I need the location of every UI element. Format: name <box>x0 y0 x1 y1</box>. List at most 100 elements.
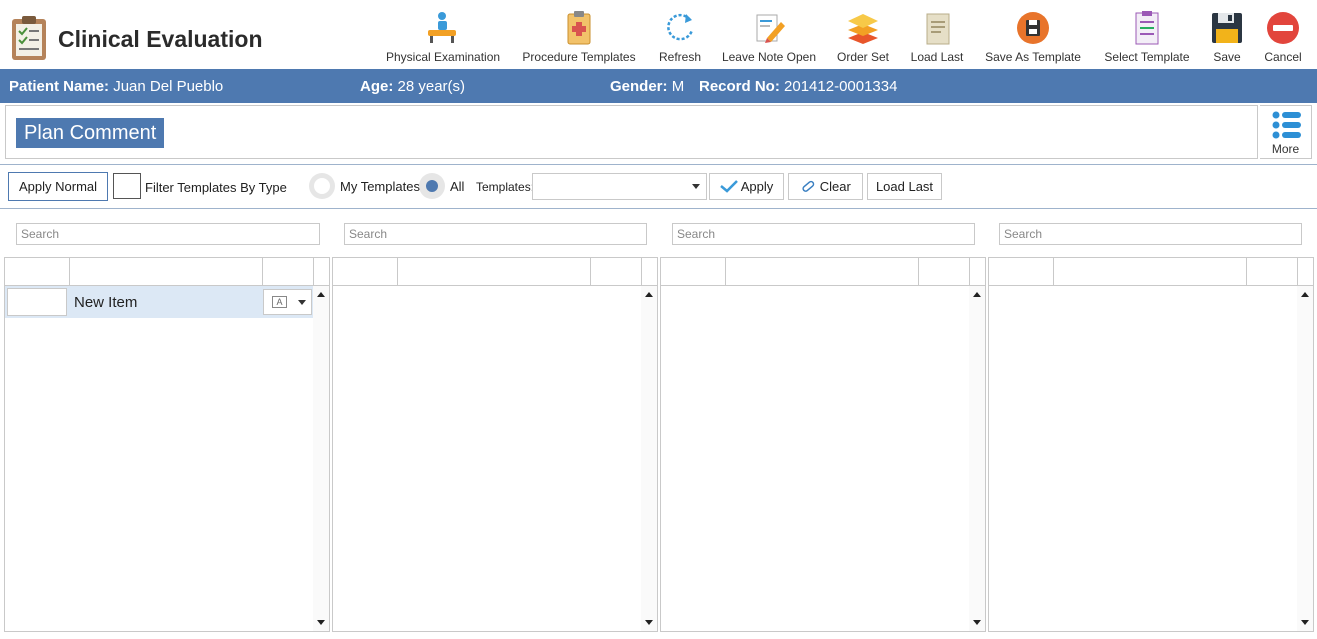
all-templates-radio[interactable] <box>419 173 445 199</box>
apply-button[interactable]: Apply <box>709 173 784 200</box>
list-item[interactable]: New Item A <box>5 286 315 318</box>
scroll-down-icon[interactable] <box>317 620 325 625</box>
clear-button[interactable]: Clear <box>788 173 863 200</box>
column-header[interactable] <box>919 258 970 285</box>
panel-header <box>661 258 985 286</box>
filter-by-type-label: Filter Templates By Type <box>145 180 287 195</box>
save-as-template-button[interactable]: Save As Template <box>982 10 1084 66</box>
procedure-templates-label: Procedure Templates <box>522 50 636 64</box>
scroll-up-icon[interactable] <box>1301 292 1309 297</box>
templates-label: Templates: <box>476 180 535 194</box>
column-header[interactable] <box>263 258 314 285</box>
panel-header <box>989 258 1313 286</box>
text-type-icon: A <box>272 296 287 308</box>
physical-examination-label: Physical Examination <box>386 50 501 64</box>
scroll-down-icon[interactable] <box>1301 620 1309 625</box>
column-header[interactable] <box>333 258 398 285</box>
template-panel <box>332 257 658 632</box>
cancel-icon <box>1267 12 1299 44</box>
search-input[interactable]: Search <box>16 223 320 245</box>
vertical-scrollbar[interactable] <box>1297 286 1313 631</box>
save-button[interactable]: Save <box>1204 10 1250 66</box>
search-input[interactable]: Search <box>672 223 975 245</box>
search-input[interactable]: Search <box>999 223 1302 245</box>
refresh-label: Refresh <box>658 50 702 64</box>
refresh-button[interactable]: Refresh <box>654 10 706 66</box>
column-header[interactable] <box>398 258 591 285</box>
procedure-templates-button[interactable]: Procedure Templates <box>520 10 638 66</box>
section-header: Plan Comment <box>5 105 1258 159</box>
check-icon <box>719 180 738 193</box>
section-title: Plan Comment <box>16 118 165 148</box>
column-header[interactable] <box>1247 258 1298 285</box>
select-template-button[interactable]: Select Template <box>1100 10 1194 66</box>
patient-gender: Gender: M <box>610 78 684 95</box>
column-header[interactable] <box>726 258 919 285</box>
column-header[interactable] <box>70 258 263 285</box>
scroll-up-icon[interactable] <box>973 292 981 297</box>
template-panel <box>988 257 1314 632</box>
more-label: More <box>1271 142 1300 156</box>
refresh-icon <box>667 13 694 41</box>
clear-label: Clear <box>819 179 851 194</box>
patient-record-value: 201412-0001334 <box>784 78 898 95</box>
clipboard-logo-icon <box>12 16 46 60</box>
apply-label: Apply <box>740 179 774 194</box>
leave-note-open-label: Leave Note Open <box>721 50 817 64</box>
my-templates-label: My Templates <box>340 179 420 194</box>
column-header[interactable] <box>5 258 70 285</box>
leave-note-open-button[interactable]: Leave Note Open <box>720 10 818 66</box>
select-template-label: Select Template <box>1104 50 1190 64</box>
patient-gender-value: M <box>671 78 685 95</box>
my-templates-radio[interactable] <box>309 173 335 199</box>
item-code-field[interactable] <box>7 288 67 316</box>
link-icon <box>802 180 815 192</box>
load-last-button[interactable]: Load Last <box>867 173 942 200</box>
vertical-scrollbar[interactable] <box>313 286 329 631</box>
save-as-template-label: Save As Template <box>985 50 1081 64</box>
patient-name-label: Patient Name: <box>9 78 110 95</box>
all-templates-label: All <box>450 179 465 194</box>
column-header[interactable] <box>1054 258 1247 285</box>
edit-note-icon <box>756 14 785 43</box>
layers-icon <box>848 14 878 44</box>
divider <box>0 164 1317 165</box>
scroll-down-icon[interactable] <box>973 620 981 625</box>
item-type-dropdown[interactable]: A <box>263 289 312 315</box>
scroll-down-icon[interactable] <box>645 620 653 625</box>
scroll-up-icon[interactable] <box>645 292 653 297</box>
column-header[interactable] <box>989 258 1054 285</box>
load-last-toolbar-label: Load Last <box>910 50 964 64</box>
panel-header <box>333 258 657 286</box>
more-button[interactable]: More <box>1260 105 1312 159</box>
vertical-scrollbar[interactable] <box>969 286 985 631</box>
save-circle-icon <box>1017 12 1049 44</box>
column-header[interactable] <box>661 258 726 285</box>
chevron-down-icon <box>298 300 306 305</box>
filter-by-type-checkbox[interactable] <box>113 173 141 199</box>
search-input[interactable]: Search <box>344 223 647 245</box>
load-last-toolbar-button[interactable]: Load Last <box>906 10 968 66</box>
patient-record-label: Record No: <box>699 78 780 95</box>
chevron-down-icon <box>692 184 700 189</box>
apply-normal-button[interactable]: Apply Normal <box>8 172 108 201</box>
patient-gender-label: Gender: <box>610 78 668 95</box>
order-set-label: Order Set <box>836 50 890 64</box>
cancel-button[interactable]: Cancel <box>1260 10 1306 66</box>
template-panel <box>660 257 986 632</box>
physical-examination-button[interactable]: Physical Examination <box>386 10 500 66</box>
physical-exam-icon <box>428 12 456 43</box>
patient-name-value: Juan Del Pueblo <box>113 78 224 95</box>
app-header: Clinical Evaluation Physical Examination… <box>0 0 1317 68</box>
column-header[interactable] <box>591 258 642 285</box>
vertical-scrollbar[interactable] <box>641 286 657 631</box>
templates-dropdown[interactable] <box>532 173 707 200</box>
document-icon <box>926 13 950 45</box>
scroll-up-icon[interactable] <box>317 292 325 297</box>
panel-header <box>5 258 329 286</box>
order-set-button[interactable]: Order Set <box>832 10 894 66</box>
template-list-icon <box>1135 11 1159 45</box>
patient-age: Age: 28 year(s) <box>360 78 465 95</box>
patient-age-label: Age: <box>360 78 394 95</box>
divider <box>0 208 1317 209</box>
